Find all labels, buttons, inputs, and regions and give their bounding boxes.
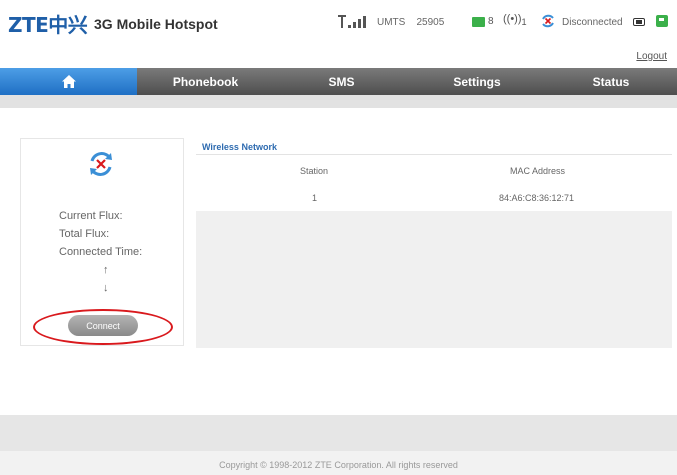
connected-time-label: Connected Time: — [59, 246, 143, 258]
footer-bar — [0, 415, 677, 451]
logout-bar: Logout — [0, 46, 677, 68]
disconnected-status-icon — [542, 14, 554, 28]
wireless-table: Station MAC Address 1 84:A6:C8:36:12:71 — [196, 155, 672, 211]
total-flux-label: Total Flux: — [59, 228, 110, 240]
column-header-station: Station — [300, 166, 329, 176]
header: ZTE中兴 3G Mobile Hotspot UMTS 25905 8 ((•… — [0, 0, 677, 46]
wifi-client-count: 1 — [521, 17, 527, 28]
connection-status-text: Disconnected — [562, 17, 623, 28]
copyright-text: Copyright © 1998-2012 ZTE Corporation. A… — [219, 460, 458, 470]
home-icon — [61, 75, 76, 88]
disconnected-large-icon — [90, 152, 112, 176]
current-flux-label: Current Flux: — [59, 210, 123, 222]
wireless-network-title: Wireless Network — [196, 138, 672, 155]
nav-subbar — [0, 95, 677, 108]
sms-count: 8 — [488, 16, 494, 27]
zte-logo: ZTE中兴 — [8, 13, 88, 37]
nav-settings[interactable]: Settings — [409, 68, 545, 95]
wireless-network-panel: Wireless Network Station MAC Address 1 8… — [196, 138, 672, 348]
logout-link[interactable]: Logout — [636, 51, 667, 62]
nav-sms[interactable]: SMS — [274, 68, 409, 95]
product-name: 3G Mobile Hotspot — [94, 16, 218, 32]
connection-panel: Current Flux: Total Flux: Connected Time… — [20, 138, 184, 346]
nav-home[interactable] — [0, 68, 137, 95]
mac-cell: 84:A6:C8:36:12:71 — [499, 193, 575, 203]
network-type: UMTS — [377, 17, 406, 28]
station-cell: 1 — [312, 193, 318, 203]
battery-icon — [633, 18, 645, 26]
column-header-mac: MAC Address — [510, 166, 566, 176]
pc-connection-icon — [656, 15, 668, 27]
nav-phonebook[interactable]: Phonebook — [137, 68, 274, 95]
nav-status[interactable]: Status — [545, 68, 677, 95]
main-nav: Phonebook SMS Settings Status — [0, 68, 677, 95]
network-info: UMTS 25905 — [377, 17, 444, 28]
sms-envelope-icon[interactable] — [472, 17, 485, 27]
connect-button[interactable]: Connect — [68, 315, 138, 336]
signal-strength-icon — [338, 15, 366, 28]
upload-arrow: ↑ — [103, 264, 109, 276]
network-code: 25905 — [416, 17, 445, 28]
wifi-clients-icon: ((•))1 — [503, 13, 527, 28]
main-content: Current Flux: Total Flux: Connected Time… — [0, 108, 677, 415]
download-arrow: ↓ — [103, 282, 109, 294]
